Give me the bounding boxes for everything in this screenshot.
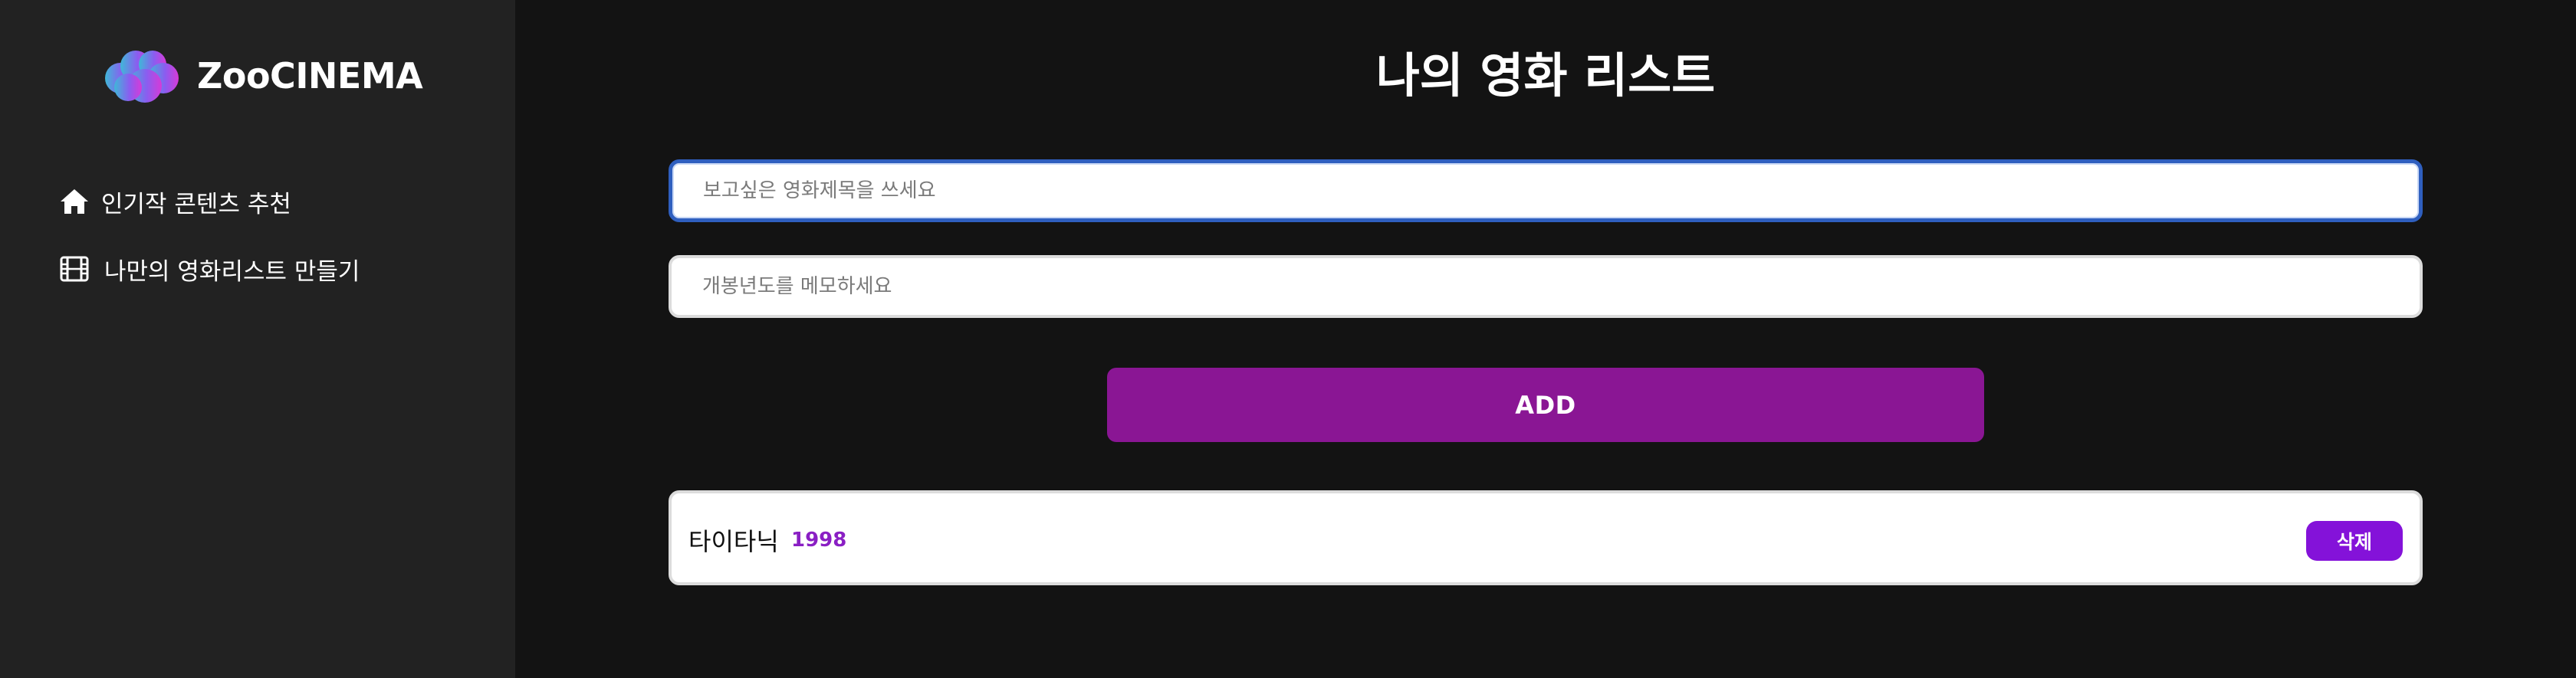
movie-title-input[interactable] bbox=[669, 159, 2423, 222]
delete-button[interactable]: 삭제 bbox=[2306, 521, 2403, 561]
film-icon bbox=[60, 256, 89, 282]
home-icon bbox=[61, 189, 88, 214]
app-root: ZooCINEMA 인기작 콘텐츠 추천 나만의 영화리스트 만들기 나의 영화… bbox=[0, 0, 2576, 678]
brand[interactable]: ZooCINEMA bbox=[102, 47, 423, 104]
brand-name: ZooCINEMA bbox=[197, 55, 423, 97]
cloud-logo-icon bbox=[105, 51, 179, 103]
sidebar: ZooCINEMA 인기작 콘텐츠 추천 나만의 영화리스트 만들기 bbox=[0, 0, 515, 678]
main-content: 나의 영화 리스트 ADD 타이타닉 1998 삭제 bbox=[515, 0, 2576, 678]
page-title: 나의 영화 리스트 bbox=[1375, 47, 1716, 103]
add-button[interactable]: ADD bbox=[1107, 368, 1984, 442]
nav-item-my-list[interactable]: 나만의 영화리스트 만들기 bbox=[58, 250, 360, 288]
movie-year: 1998 bbox=[791, 529, 847, 552]
nav-item-popular[interactable]: 인기작 콘텐츠 추천 bbox=[58, 182, 291, 221]
release-year-input[interactable] bbox=[669, 255, 2423, 318]
movie-title: 타이타닉 bbox=[688, 527, 779, 556]
nav-label-my-list: 나만의 영화리스트 만들기 bbox=[104, 257, 360, 286]
movie-list-item: 타이타닉 1998 삭제 bbox=[669, 490, 2423, 585]
nav-label-popular: 인기작 콘텐츠 추천 bbox=[101, 190, 291, 218]
